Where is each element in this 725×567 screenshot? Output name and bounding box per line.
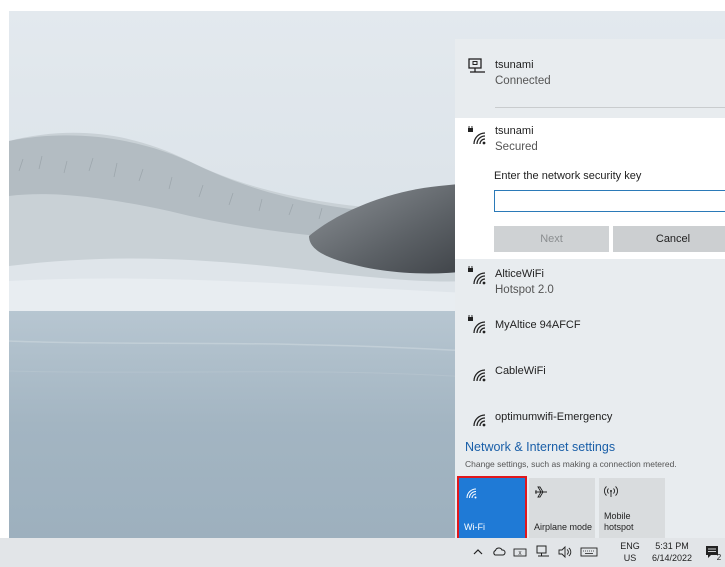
- selected-network-panel: tsunami Secured Enter the network securi…: [455, 118, 725, 259]
- security-key-label: Enter the network security key: [494, 170, 642, 182]
- next-button[interactable]: Next: [494, 226, 609, 252]
- network-icon[interactable]: [536, 545, 550, 559]
- network-subtitle: Hotspot 2.0: [495, 284, 554, 296]
- secured-wifi-icon: [468, 315, 486, 334]
- connected-network-status: Connected: [495, 75, 551, 87]
- clock-date[interactable]: 6/14/2022: [648, 553, 696, 563]
- network-name: AlticeWiFi: [495, 268, 544, 280]
- network-item[interactable]: AlticeWiFi Hotspot 2.0: [455, 261, 725, 305]
- hotspot-label-line1: Mobile: [604, 511, 631, 521]
- language-indicator[interactable]: ENG: [619, 541, 641, 551]
- clock-time[interactable]: 5:31 PM: [648, 541, 696, 551]
- wifi-icon: [473, 369, 486, 382]
- airplane-icon: [535, 486, 547, 498]
- keyboard-layout-icon[interactable]: X: [513, 545, 527, 559]
- hotspot-label-line2: hotspot: [604, 522, 634, 532]
- hotspot-tile-label: Mobile hotspot: [604, 511, 634, 533]
- network-item[interactable]: optimumwifi-Emergency: [455, 400, 725, 436]
- onedrive-cloud-icon[interactable]: [492, 545, 506, 559]
- svg-text:X: X: [518, 551, 522, 557]
- ethernet-icon: [468, 58, 485, 73]
- connected-network-name: tsunami: [495, 59, 534, 71]
- connected-network[interactable]: tsunami Connected: [455, 39, 725, 108]
- selected-network-name: tsunami: [495, 125, 534, 137]
- network-name: MyAltice 94AFCF: [495, 319, 581, 331]
- hotspot-icon: [604, 486, 618, 497]
- volume-icon[interactable]: [558, 545, 572, 559]
- wifi-icon: [473, 414, 486, 427]
- region-indicator[interactable]: US: [619, 553, 641, 563]
- wifi-tile-label: Wi-Fi: [464, 522, 485, 532]
- network-name: CableWiFi: [495, 365, 546, 377]
- network-item[interactable]: MyAltice 94AFCF: [455, 309, 725, 349]
- cancel-button[interactable]: Cancel: [613, 226, 725, 252]
- airplane-mode-tile[interactable]: Airplane mode: [529, 478, 595, 538]
- secured-wifi-icon: [468, 266, 486, 285]
- taskbar: X ENG US 5:31 PM 6/14/2022 2: [0, 538, 725, 567]
- network-settings-link[interactable]: Network & Internet settings: [465, 440, 615, 454]
- secured-wifi-icon: [468, 126, 486, 145]
- touch-keyboard-icon[interactable]: [580, 545, 598, 559]
- chevron-up-icon[interactable]: [471, 545, 485, 559]
- network-name: optimumwifi-Emergency: [495, 411, 613, 423]
- security-key-input[interactable]: [494, 190, 725, 212]
- notification-count-badge: 2: [716, 553, 722, 562]
- wifi-toggle-tile[interactable]: Wi-Fi: [457, 476, 527, 538]
- mobile-hotspot-tile[interactable]: Mobile hotspot: [599, 478, 665, 538]
- wifi-icon: [466, 488, 477, 499]
- network-settings-description: Change settings, such as making a connec…: [465, 459, 677, 469]
- divider: [495, 107, 725, 108]
- network-item[interactable]: CableWiFi: [455, 355, 725, 395]
- selected-network-status: Secured: [495, 141, 538, 153]
- network-flyout: tsunami Connected tsunami Secured Enter …: [455, 39, 725, 538]
- airplane-tile-label: Airplane mode: [534, 522, 593, 532]
